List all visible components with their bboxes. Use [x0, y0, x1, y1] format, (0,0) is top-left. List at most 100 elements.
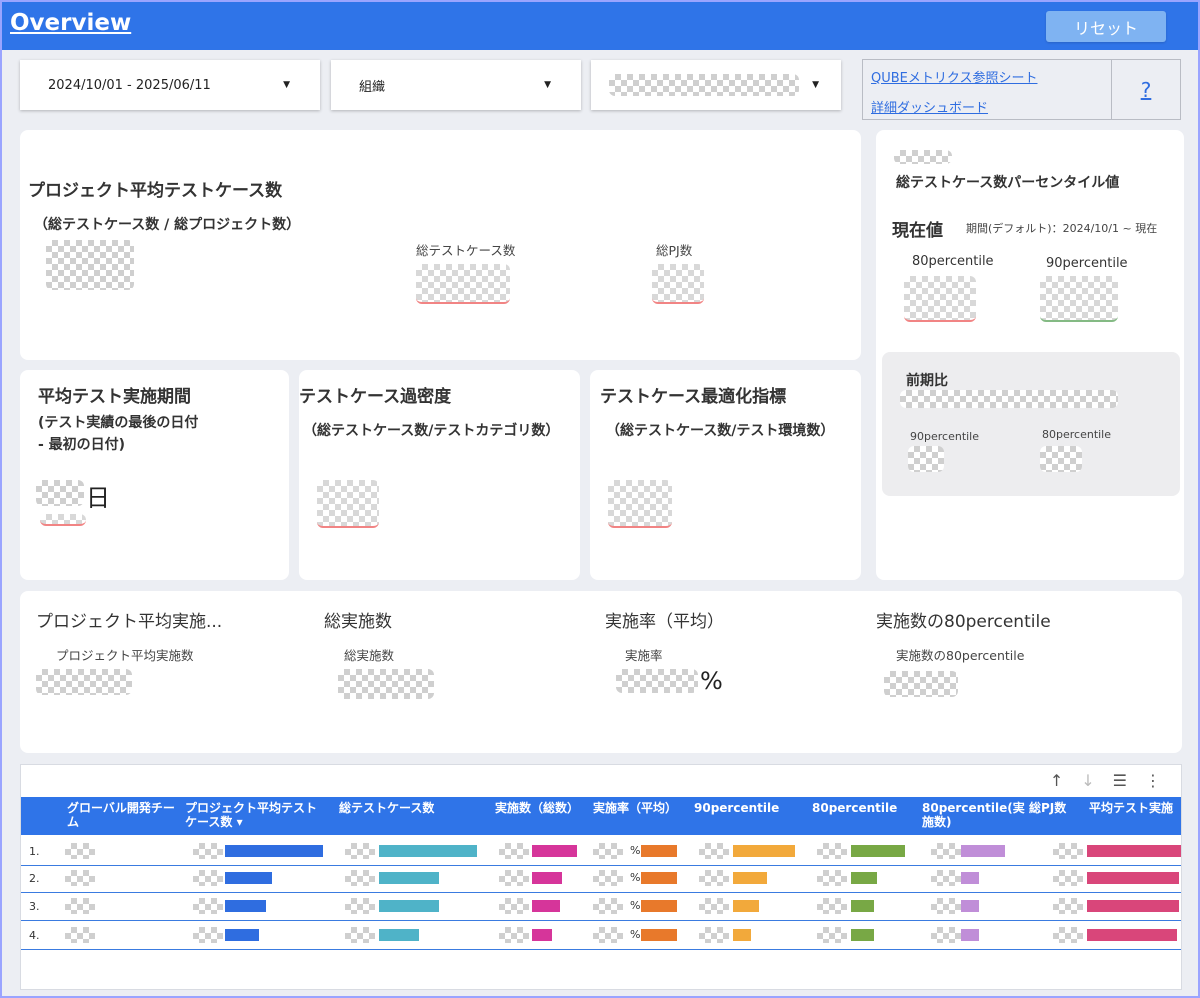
- date-range-value: 2024/10/01 - 2025/06/11: [48, 77, 211, 93]
- bar-avg-cases: [225, 929, 259, 941]
- column-header[interactable]: 80percentile(実施数): [922, 801, 1025, 829]
- avg-executions-title: プロジェクト平均実施...: [36, 612, 223, 632]
- org-dropdown[interactable]: 組織 ▼: [331, 60, 581, 110]
- redacted-value: [884, 671, 958, 697]
- reset-button[interactable]: リセット: [1046, 11, 1166, 42]
- row-number: 2.: [29, 872, 40, 885]
- bar-avg-cases: [225, 900, 266, 912]
- redacted-value: [1053, 870, 1083, 886]
- column-header[interactable]: プロジェクト平均テストケース数 ▾: [185, 801, 325, 829]
- redacted-value: [699, 843, 729, 859]
- bar-avg-period: [1087, 900, 1179, 912]
- redacted-value: [36, 669, 132, 695]
- percent-sign: %: [630, 928, 641, 941]
- redacted-value: [593, 927, 623, 943]
- bar-p80: [851, 845, 905, 857]
- redacted-value: [931, 898, 961, 914]
- redacted-value: [817, 843, 847, 859]
- chevron-down-icon: ▼: [283, 80, 290, 90]
- org-dropdown-label: 組織: [359, 79, 386, 95]
- redacted-value: [593, 870, 623, 886]
- redacted-value: [317, 480, 379, 528]
- redacted-value: [65, 898, 95, 914]
- percent-sign: %: [630, 871, 641, 884]
- column-header[interactable]: 実施数（総数）: [495, 801, 579, 815]
- p90-label: 90percentile: [1046, 256, 1128, 271]
- table-row[interactable]: 2.%: [21, 864, 1181, 893]
- bar-p80: [851, 872, 877, 884]
- redacted-value: [900, 390, 1118, 408]
- bar-p90: [733, 845, 795, 857]
- redacted-value: [36, 480, 84, 506]
- redacted-value: [193, 843, 223, 859]
- total-executions-label: 総実施数: [344, 648, 395, 663]
- bar-p90: [733, 900, 759, 912]
- table-toolbar: ↑ ↓ ☰ ⋮: [1050, 771, 1161, 790]
- row-number: 1.: [29, 845, 40, 858]
- redacted-value: [699, 870, 729, 886]
- metrics-sheet-link[interactable]: QUBEメトリクス参照シート: [871, 67, 1038, 86]
- column-header[interactable]: 総PJ数: [1029, 801, 1089, 815]
- column-header[interactable]: 実施率（平均）: [593, 801, 677, 815]
- redacted-value: [193, 898, 223, 914]
- redacted-value: [894, 150, 952, 164]
- column-header[interactable]: 80percentile: [812, 801, 922, 815]
- bar-p90: [733, 929, 751, 941]
- bar-p80-exec: [961, 872, 979, 884]
- column-header[interactable]: グローバル開発チーム: [67, 801, 177, 829]
- test-case-optimization-card: テストケース最適化指標 （総テストケース数/テスト環境数）: [590, 370, 861, 580]
- redacted-value: [193, 870, 223, 886]
- card-title: テストケース最適化指標: [600, 387, 787, 407]
- sort-descending-icon[interactable]: ↓: [1081, 771, 1094, 790]
- row-number: 4.: [29, 929, 40, 942]
- help-button[interactable]: ?: [1111, 59, 1181, 120]
- redacted-value: [817, 927, 847, 943]
- bar-executions: [532, 872, 562, 884]
- table-row[interactable]: 4.%: [21, 921, 1181, 950]
- avg-executions-label: プロジェクト平均実施数: [56, 648, 194, 663]
- card-title: 前期比: [906, 373, 948, 389]
- redacted-value: [1053, 927, 1083, 943]
- team-table: ↑ ↓ ☰ ⋮ グローバル開発チーム プロジェクト平均テストケース数 ▾ 総テス…: [20, 764, 1182, 990]
- redacted-value: [40, 514, 86, 526]
- redacted-value: [931, 870, 961, 886]
- project-dropdown[interactable]: ▼: [591, 60, 841, 110]
- filter-icon[interactable]: ☰: [1113, 771, 1127, 790]
- bar-rate: [641, 929, 677, 941]
- redacted-value: [699, 927, 729, 943]
- redacted-value: [609, 74, 799, 96]
- current-value-label: 現在値: [892, 221, 943, 241]
- redacted-value: [338, 669, 434, 699]
- bar-total-cases: [379, 845, 477, 857]
- days-unit: 日: [86, 484, 110, 512]
- table-row[interactable]: 3.%: [21, 892, 1181, 921]
- card-title: 平均テスト実施期間: [38, 387, 191, 407]
- redacted-value: [616, 669, 698, 693]
- card-formula-line1: (テスト実績の最後の日付: [38, 415, 199, 431]
- bar-executions: [532, 845, 577, 857]
- date-range-dropdown[interactable]: 2024/10/01 - 2025/06/11 ▼: [20, 60, 320, 110]
- page-title[interactable]: Overview: [10, 10, 131, 36]
- bar-p80: [851, 900, 874, 912]
- column-header[interactable]: 総テストケース数: [339, 801, 479, 815]
- header-bar: Overview リセット: [0, 0, 1200, 50]
- bar-avg-cases: [225, 845, 323, 857]
- column-header[interactable]: 平均テスト実施: [1089, 801, 1181, 815]
- card-title: 総テストケース数パーセンタイル値: [896, 175, 1120, 191]
- redacted-value: [345, 843, 375, 859]
- avg-test-cases-card: プロジェクト平均テストケース数 （総テストケース数 / 総プロジェクト数） 総テ…: [20, 130, 861, 360]
- redacted-value: [345, 898, 375, 914]
- table-header: グローバル開発チーム プロジェクト平均テストケース数 ▾ 総テストケース数 実施…: [21, 797, 1181, 835]
- more-options-icon[interactable]: ⋮: [1145, 771, 1161, 790]
- detail-dashboard-link[interactable]: 詳細ダッシュボード: [871, 97, 988, 116]
- table-row[interactable]: 1.%: [21, 837, 1181, 866]
- period-label: 期間(デフォルト)：2024/10/1 ~ 現在: [966, 222, 1158, 235]
- card-title: プロジェクト平均テストケース数: [28, 181, 283, 201]
- bar-p80-exec: [961, 929, 979, 941]
- bar-rate: [641, 872, 677, 884]
- column-header[interactable]: 90percentile: [694, 801, 804, 815]
- redacted-value: [65, 927, 95, 943]
- redacted-value: [65, 870, 95, 886]
- redacted-value: [608, 480, 672, 528]
- sort-ascending-icon[interactable]: ↑: [1050, 771, 1063, 790]
